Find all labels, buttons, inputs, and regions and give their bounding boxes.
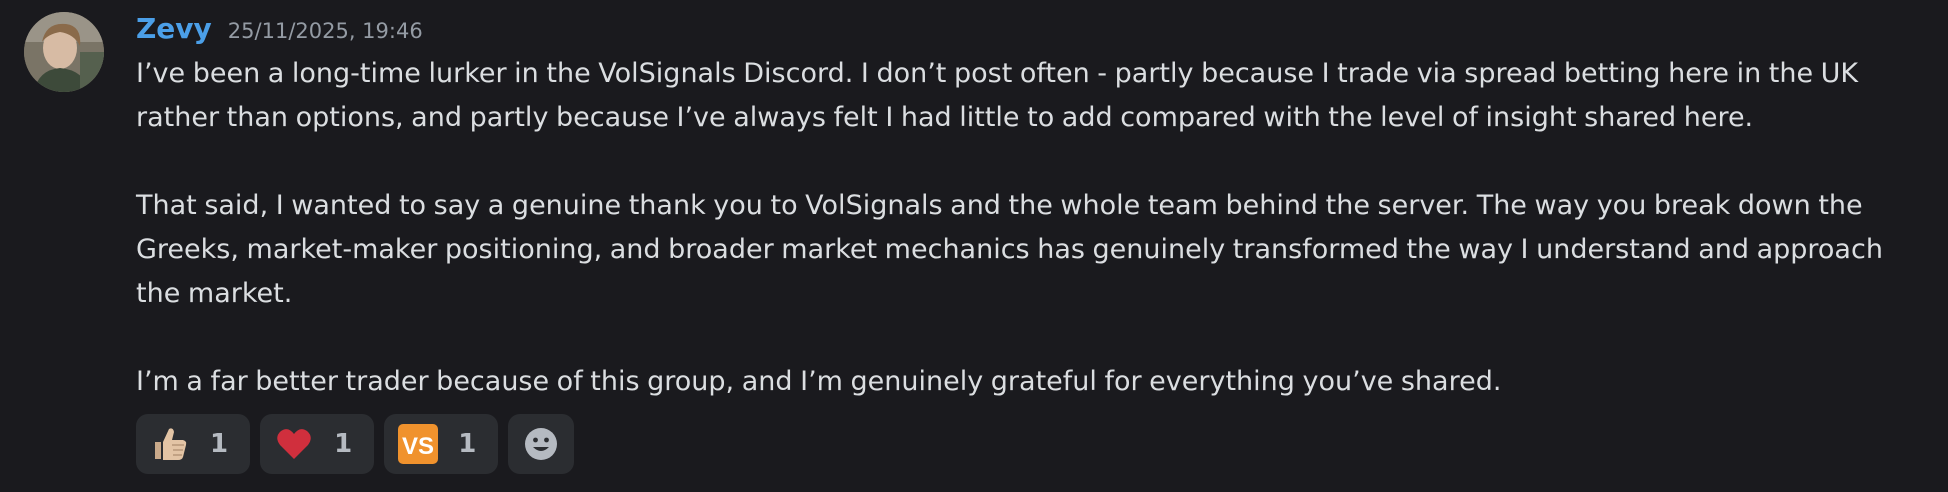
avatar-photo xyxy=(24,12,104,92)
message-header: Zevy 25/11/2025, 19:46 xyxy=(136,12,1916,52)
vs-logo-icon: VS xyxy=(398,424,439,464)
smiley-icon xyxy=(521,424,561,464)
timestamp[interactable]: 25/11/2025, 19:46 xyxy=(228,19,423,43)
reaction-count: 1 xyxy=(458,429,477,459)
reaction-count: 1 xyxy=(334,429,353,459)
message-content: Zevy 25/11/2025, 19:46 I’ve been a long-… xyxy=(136,12,1916,474)
message-paragraph: I’m a far better trader because of this … xyxy=(136,366,1502,397)
chat-message: Zevy 25/11/2025, 19:46 I’ve been a long-… xyxy=(0,0,1948,492)
reaction-count: 1 xyxy=(210,429,229,459)
thumbs-up-icon xyxy=(150,424,190,464)
reaction-thumbs-up[interactable]: 1 xyxy=(136,414,251,474)
svg-text:VS: VS xyxy=(402,433,434,460)
message-paragraph: I’ve been a long-time lurker in the VolS… xyxy=(136,58,1859,133)
reaction-heart[interactable]: 1 xyxy=(260,414,375,474)
reactions-bar: 1 1 VS 1 xyxy=(136,414,1916,474)
message-paragraph: That said, I wanted to say a genuine tha… xyxy=(136,190,1883,309)
heart-icon xyxy=(274,424,314,464)
add-reaction-button[interactable] xyxy=(508,414,575,474)
avatar[interactable] xyxy=(24,12,104,92)
username[interactable]: Zevy xyxy=(136,12,212,45)
reaction-vs-logo[interactable]: VS 1 xyxy=(384,414,499,474)
